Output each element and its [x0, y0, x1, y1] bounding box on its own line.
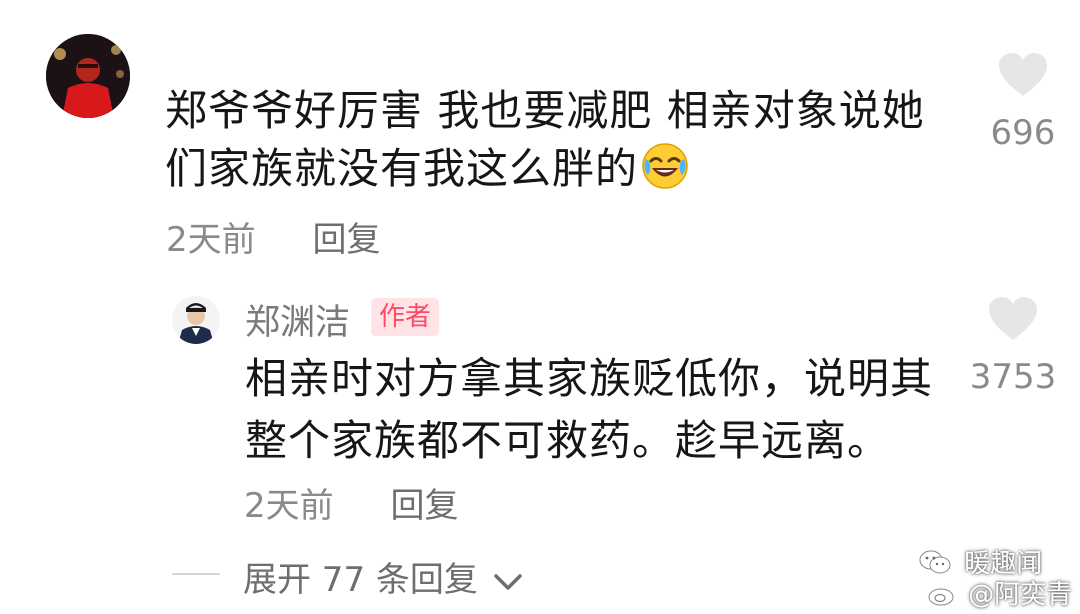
heart-icon[interactable] [958, 296, 1068, 351]
comment-reply-button[interactable]: 回复 [312, 212, 380, 261]
comment-text-line-2: 们家族就没有我这么胖的 [165, 140, 925, 198]
reply-like-count: 3753 [969, 357, 1057, 397]
comment-like-count: 696 [990, 113, 1056, 153]
reply-text: 相亲时对方拿其家族贬低你，说明其 整个家族都不可救药。趁早远离。 [245, 348, 935, 472]
comment-text: 郑爷爷好厉害 我也要减肥 相亲对象说她 们家族就没有我这么胖的 [165, 82, 925, 198]
comment-time: 2天前 [166, 220, 256, 260]
laugh-cry-emoji-icon [640, 141, 690, 191]
reply-like[interactable]: 3753 [958, 296, 1068, 397]
watermark-line-2: @阿奕青 [968, 580, 1073, 610]
commenter-avatar[interactable] [46, 34, 130, 118]
watermark-weibo: @阿奕青 [928, 574, 1072, 614]
reply-text-line-2: 整个家族都不可救药。趁早远离。 [245, 416, 891, 465]
author-username[interactable]: 郑渊洁 [245, 294, 350, 345]
comment-text-line-1: 郑爷爷好厉害 我也要减肥 相亲对象说她 [165, 86, 925, 135]
comment-like[interactable]: 696 [968, 52, 1078, 153]
expand-replies-label: 展开 77 条回复 [243, 560, 478, 600]
reply-text-line-1: 相亲时对方拿其家族贬低你，说明其 [245, 354, 934, 403]
heart-icon[interactable] [968, 52, 1078, 107]
chevron-down-icon [493, 562, 523, 602]
reply-time: 2天前 [244, 486, 334, 526]
expand-replies-button[interactable]: 展开 77 条回复 [243, 552, 523, 602]
author-avatar[interactable] [172, 296, 220, 344]
weibo-icon [928, 581, 958, 614]
reply-reply-button[interactable]: 回复 [390, 478, 458, 527]
author-badge: 作者 [371, 298, 440, 336]
expand-divider [172, 573, 220, 575]
comment-text-line-2-content: 们家族就没有我这么胖的 [165, 144, 639, 193]
comment-meta: 2天前 回复 [166, 212, 380, 261]
reply-meta: 2天前 回复 [244, 478, 458, 527]
